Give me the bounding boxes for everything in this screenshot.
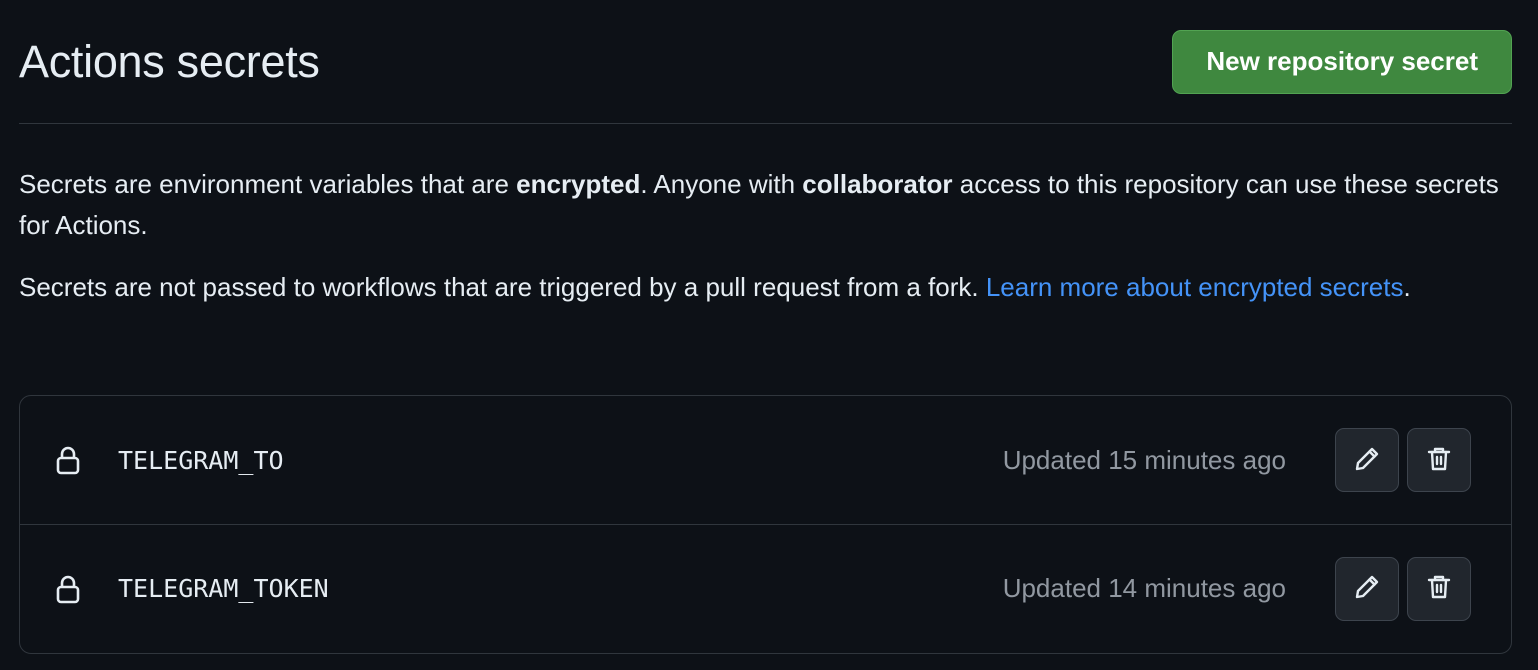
trash-icon	[1426, 445, 1452, 476]
learn-more-link[interactable]: Learn more about encrypted secrets	[986, 272, 1404, 302]
pencil-icon	[1353, 445, 1381, 476]
secret-updated-time: Updated 14 minutes ago	[1002, 573, 1286, 603]
edit-secret-button[interactable]	[1335, 428, 1399, 492]
secret-row: TELEGRAM_TO Updated 15 minutes ago	[20, 396, 1511, 524]
secret-row: TELEGRAM_TOKEN Updated 14 minutes ago	[20, 524, 1511, 652]
new-repository-secret-button[interactable]: New repository secret	[1172, 29, 1512, 94]
encrypted-emphasis: encrypted	[516, 169, 641, 199]
secrets-list: TELEGRAM_TO Updated 15 minutes ago TELEG…	[19, 395, 1512, 654]
pencil-icon	[1353, 573, 1381, 604]
delete-secret-button[interactable]	[1407, 556, 1471, 621]
page-title: Actions secrets	[19, 35, 320, 87]
lock-icon	[54, 573, 82, 605]
secret-name: TELEGRAM_TO	[118, 445, 284, 475]
edit-secret-button[interactable]	[1335, 556, 1399, 621]
delete-secret-button[interactable]	[1407, 428, 1471, 492]
secrets-description: Secrets are environment variables that a…	[19, 169, 1499, 240]
page-header: Actions secrets New repository secret	[19, 0, 1512, 124]
lock-icon	[54, 444, 82, 476]
secret-updated-time: Updated 15 minutes ago	[1002, 444, 1286, 475]
fork-notice: Secrets are not passed to workflows that…	[19, 272, 1411, 302]
collaborator-emphasis: collaborator	[802, 169, 953, 199]
secret-name: TELEGRAM_TOKEN	[118, 574, 329, 603]
trash-icon	[1426, 573, 1452, 604]
